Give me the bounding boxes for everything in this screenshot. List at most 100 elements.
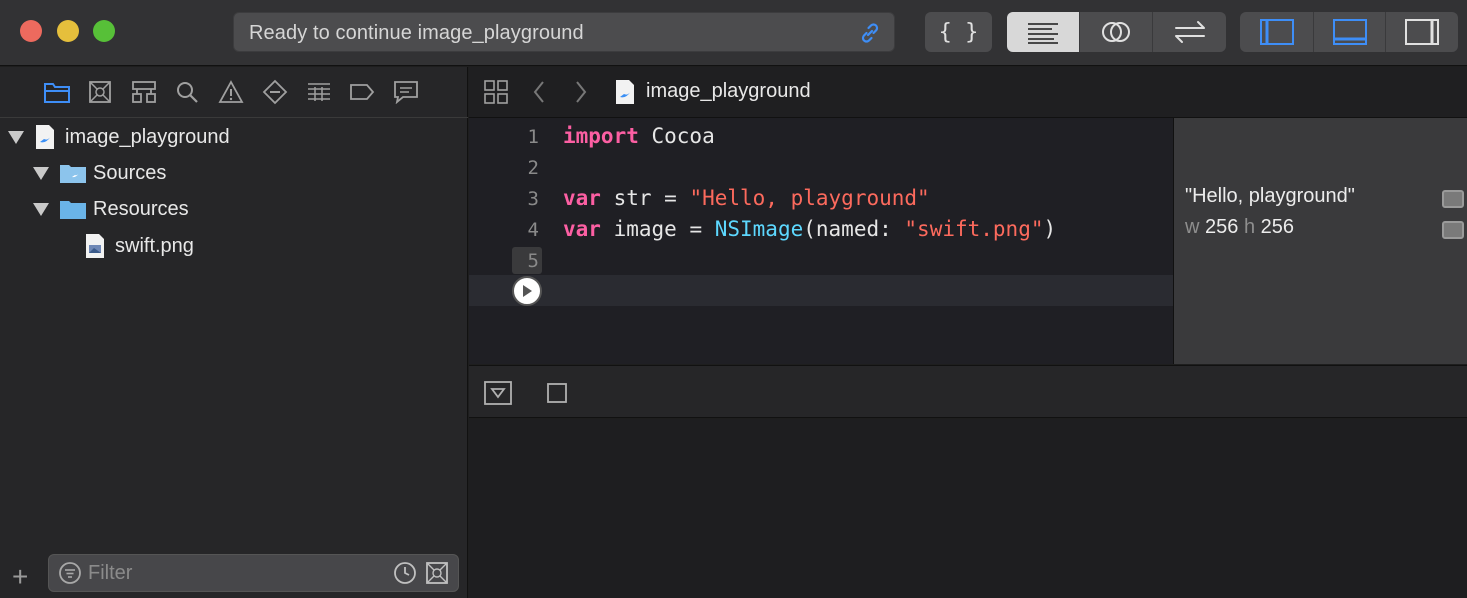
project-navigator-icon: [44, 83, 70, 103]
tab-debug-navigator[interactable]: [305, 78, 333, 106]
line-number: 4: [527, 219, 539, 241]
code-text: Cocoa: [638, 124, 715, 148]
source-control-filter-icon[interactable]: [425, 561, 449, 585]
report-icon: [394, 81, 418, 104]
tab-issue-navigator[interactable]: [217, 78, 245, 106]
result-label: w: [1185, 216, 1200, 238]
source-control-icon: [89, 81, 111, 103]
current-line-highlight: [469, 275, 1173, 306]
tab-source-control-navigator[interactable]: [86, 78, 114, 106]
tab-breakpoint-navigator[interactable]: [348, 78, 376, 106]
issue-icon: [218, 80, 244, 103]
line-number: 5: [527, 250, 539, 272]
console-output-area[interactable]: [469, 419, 1467, 598]
version-editor-icon: [1174, 21, 1205, 43]
disclosure-triangle-icon[interactable]: [8, 130, 24, 144]
debug-bar: [469, 365, 1467, 418]
code-text: (named:: [803, 217, 905, 241]
library-braces-icon: { }: [938, 19, 979, 45]
image-file-icon: [86, 234, 104, 258]
line-number: 1: [527, 126, 539, 148]
result-number: 256: [1199, 216, 1244, 238]
swift-file-icon: [36, 125, 54, 149]
standard-editor-button[interactable]: [1007, 12, 1080, 52]
folder-icon: [60, 201, 86, 219]
stop-icon[interactable]: [546, 382, 568, 404]
code-text: str =: [600, 186, 690, 210]
result-label: h: [1243, 216, 1256, 238]
filter-placeholder: Filter: [88, 562, 133, 584]
related-items-grid-icon[interactable]: [483, 79, 509, 105]
breakpoint-icon: [350, 84, 375, 100]
disclosure-triangle-icon[interactable]: [33, 202, 49, 216]
quick-look-toggle-button[interactable]: [1442, 190, 1464, 208]
filter-field[interactable]: Filter: [48, 554, 459, 592]
toolbar: Ready to continue image_playground { }: [0, 0, 1467, 66]
assistant-editor-icon: [1102, 22, 1130, 42]
library-button[interactable]: { }: [925, 12, 992, 52]
chevron-right-icon[interactable]: [573, 80, 589, 104]
tree-item-label: image_playground: [65, 125, 230, 148]
debug-icon: [308, 83, 330, 101]
tab-symbol-navigator[interactable]: [130, 78, 158, 106]
tab-find-navigator[interactable]: [173, 78, 201, 106]
swift-file-icon: [616, 80, 634, 104]
link-icon[interactable]: [858, 21, 882, 45]
zoom-window-button[interactable]: [93, 20, 115, 42]
keyword: var: [563, 186, 601, 210]
tab-test-navigator[interactable]: [261, 78, 289, 106]
tree-item-label: Resources: [93, 197, 189, 220]
add-file-button[interactable]: +: [12, 561, 28, 593]
navigator-toggle-button[interactable]: [1240, 12, 1314, 52]
play-icon: [523, 285, 532, 297]
results-sidebar: "Hello, playground" w 256 h 256: [1173, 118, 1467, 364]
debug-area-toggle-button[interactable]: [1314, 12, 1386, 52]
string-literal: "swift.png": [904, 217, 1044, 241]
keyword: var: [563, 217, 601, 241]
inspector-toggle-icon: [1405, 19, 1439, 45]
chevron-left-icon[interactable]: [531, 80, 547, 104]
keyword: import: [563, 124, 639, 148]
jump-bar: image_playground: [469, 67, 1467, 118]
tree-item-resources[interactable]: Resources: [33, 194, 189, 224]
line-number: 2: [527, 157, 539, 179]
type-name: NSImage: [714, 217, 804, 241]
symbol-navigator-icon: [132, 81, 156, 103]
minimize-window-button[interactable]: [57, 20, 79, 42]
editor-mode-segmented-control: [1007, 12, 1226, 52]
tree-item-label: swift.png: [115, 234, 194, 257]
standard-editor-icon: [1028, 23, 1058, 44]
tab-project-navigator[interactable]: [43, 78, 71, 106]
find-icon: [177, 82, 198, 103]
hide-debug-area-icon[interactable]: [484, 381, 512, 405]
tab-report-navigator[interactable]: [392, 78, 420, 106]
version-editor-button[interactable]: [1153, 12, 1226, 52]
disclosure-triangle-icon[interactable]: [33, 166, 49, 180]
navigator-pane: image_playground Sources Resources swift…: [0, 67, 468, 598]
activity-status-bar: Ready to continue image_playground: [233, 12, 895, 52]
string-literal: "Hello, playground": [689, 186, 930, 210]
breadcrumb[interactable]: image_playground: [646, 80, 811, 103]
recent-files-clock-icon[interactable]: [393, 561, 417, 585]
assistant-editor-button[interactable]: [1080, 12, 1153, 52]
navigator-tab-bar: [0, 67, 468, 118]
code-text: image =: [600, 217, 715, 241]
panel-visibility-segmented-control: [1240, 12, 1458, 52]
result-value: w 256 h 256: [1185, 216, 1294, 239]
code-line-4: var image = NSImage(named: "swift.png"): [563, 217, 1056, 241]
folder-icon: [60, 165, 86, 183]
code-line-3: var str = "Hello, playground": [563, 186, 930, 210]
code-text: ): [1043, 217, 1057, 241]
debug-area-toggle-icon: [1332, 19, 1367, 45]
test-icon: [262, 79, 288, 105]
tree-item-sources[interactable]: Sources: [33, 158, 166, 188]
source-editor[interactable]: 1 2 3 4 5 import Cocoa var str = "Hello,…: [469, 118, 1173, 364]
run-playground-button[interactable]: [512, 276, 542, 306]
inspector-toggle-button[interactable]: [1386, 12, 1458, 52]
tree-item-project[interactable]: image_playground: [8, 122, 230, 152]
status-text: Ready to continue image_playground: [249, 22, 584, 44]
close-window-button[interactable]: [20, 20, 42, 42]
tree-item-swift-png[interactable]: swift.png: [84, 231, 194, 261]
quick-look-toggle-button[interactable]: [1442, 221, 1464, 239]
filter-icon: [59, 562, 81, 584]
